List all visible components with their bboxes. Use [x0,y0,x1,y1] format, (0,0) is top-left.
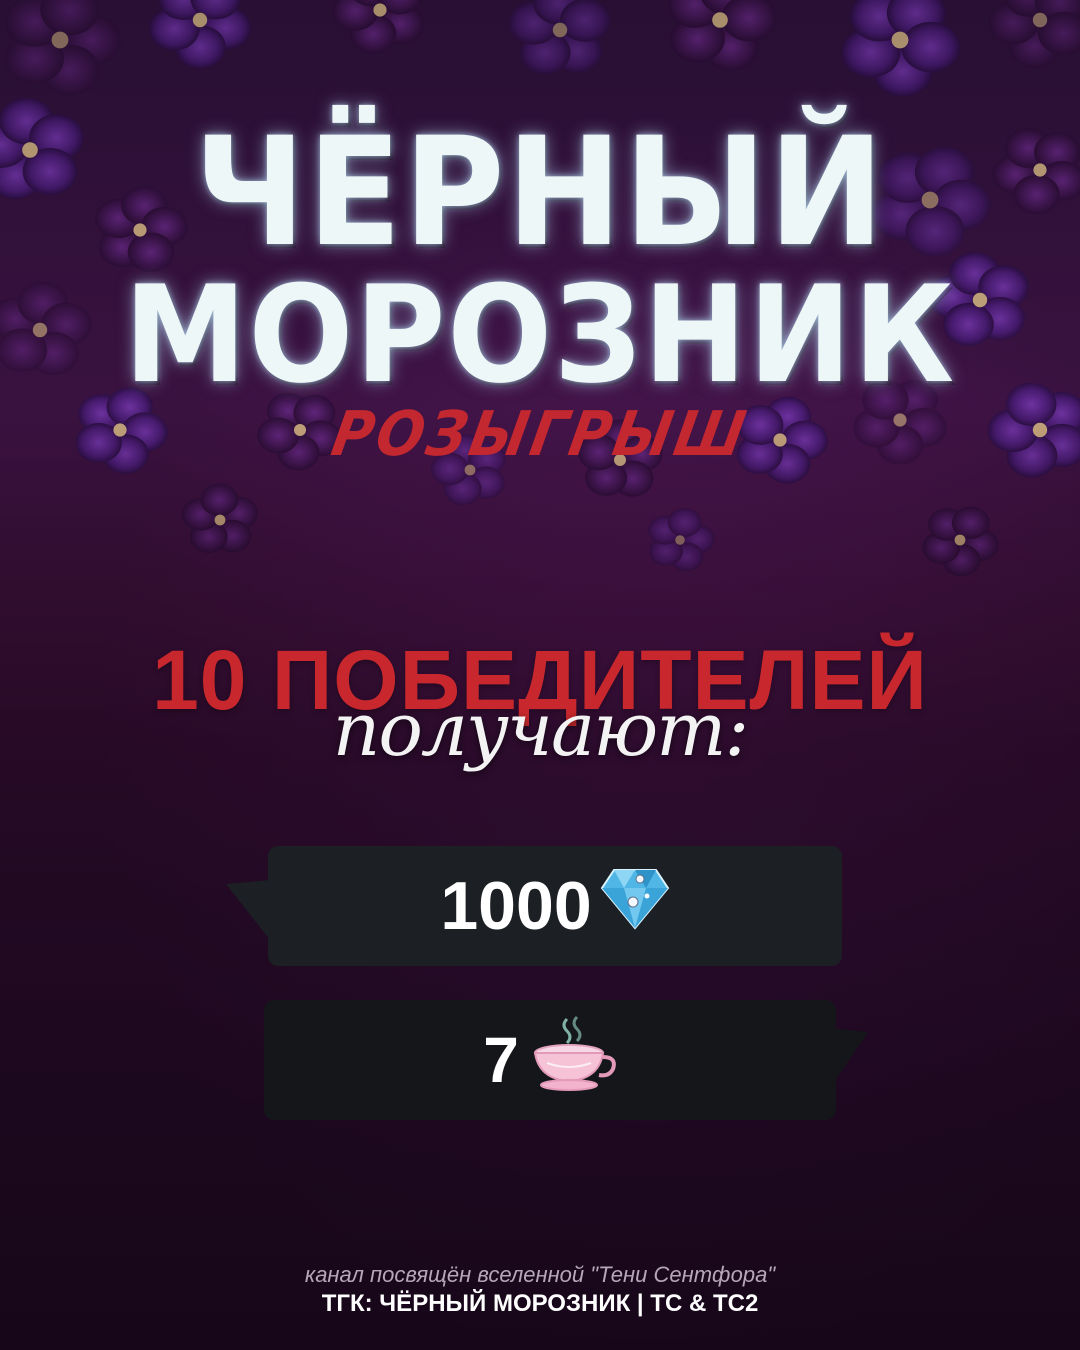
subtitle: РОЗЫГРЫШ [326,398,754,471]
diamond-icon [600,866,670,946]
title-line-2: МОРОЗНИК [123,257,957,413]
footer-description: канал посвящён вселенной "Тени Сентфора" [304,1262,776,1287]
receive-label: получают: [332,687,750,773]
prize-item-teacups: 7 [264,1000,836,1120]
title-line-1: ЧЁРНЫЙ [194,106,886,280]
teacup-icon [527,1013,617,1108]
prize-amount: 7 [483,1024,519,1096]
prize-amount: 1000 [440,868,592,944]
footer-channel: ТГК: ЧЁРНЫЙ МОРОЗНИК | ТС & ТС2 [321,1290,759,1317]
prize-2-tail [830,1028,868,1088]
prize-item-diamonds: 1000 [268,846,842,966]
